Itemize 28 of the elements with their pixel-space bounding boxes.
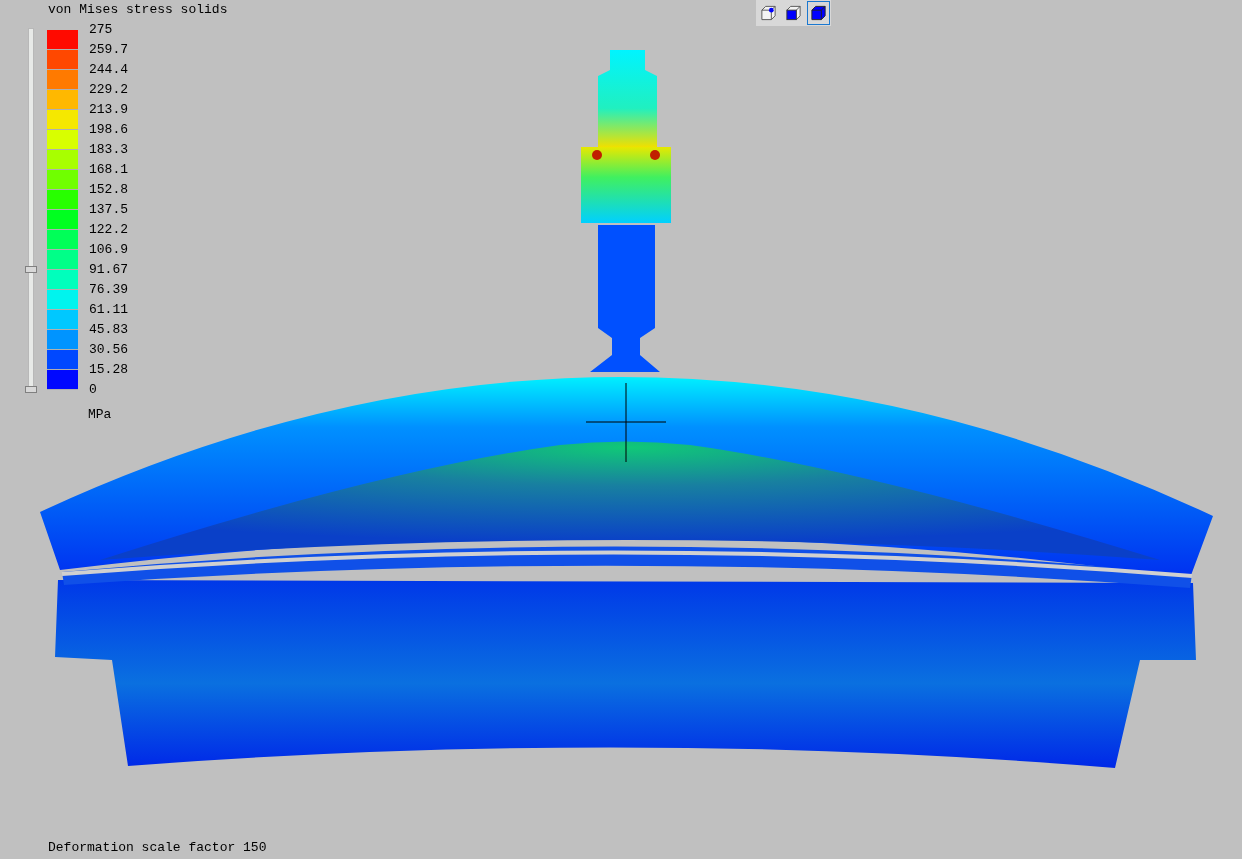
scale-value: 45.83: [89, 322, 128, 338]
scale-value: 0: [89, 382, 97, 398]
scale-value: 122.2: [89, 222, 128, 238]
legend-title: von Mises stress solids: [48, 2, 228, 17]
status-text: Deformation scale factor 150: [48, 840, 267, 855]
scale-value: 244.4: [89, 62, 128, 78]
scale-value: 106.9: [89, 242, 128, 258]
lower-slider-handle[interactable]: [25, 386, 37, 393]
unit-label: MPa: [88, 407, 112, 422]
upper-slider-handle[interactable]: [25, 266, 37, 274]
scale-value: 229.2: [89, 82, 128, 98]
scale-value: 15.28: [89, 362, 128, 378]
scale-value: 275: [89, 22, 113, 38]
scale-value: 152.8: [89, 182, 128, 198]
scale-value: 30.56: [89, 342, 128, 358]
cube-icon: [810, 4, 827, 22]
scale-value: 137.5: [89, 202, 128, 218]
scale-value: 61.11: [89, 302, 128, 318]
scale-value: 198.6: [89, 122, 128, 138]
scale-value: 259.7: [89, 42, 128, 58]
cube-icon: [760, 4, 777, 22]
scale-value: 76.39: [89, 282, 128, 298]
scale-value: 91.67: [89, 262, 128, 278]
scale-value: 168.1: [89, 162, 128, 178]
scale-value: 183.3: [89, 142, 128, 158]
scale-value: 213.9: [89, 102, 128, 118]
cube-icon: [785, 4, 802, 22]
view-mode-button[interactable]: [807, 1, 830, 25]
